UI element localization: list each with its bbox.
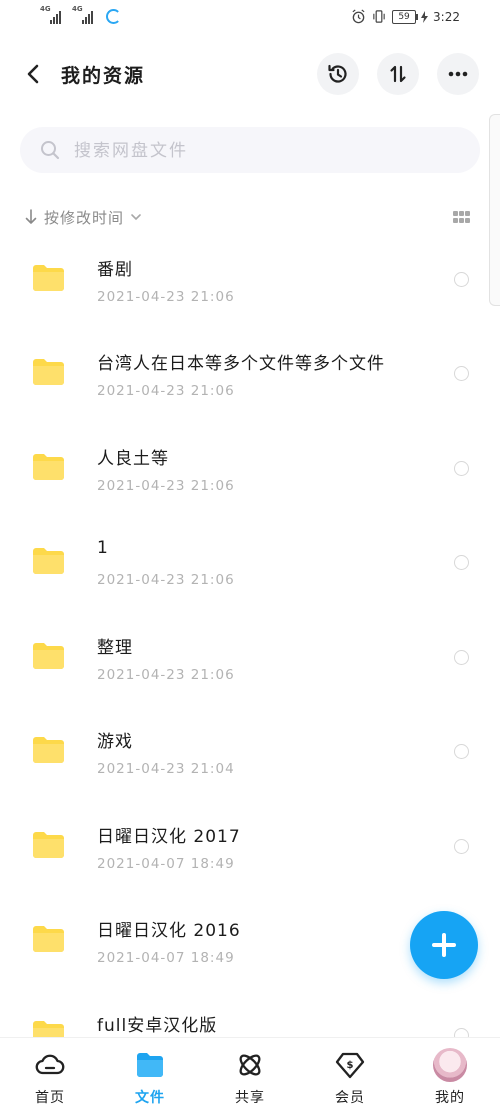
select-radio[interactable] — [454, 744, 469, 759]
chevron-down-icon — [131, 214, 141, 221]
charging-icon — [421, 10, 429, 23]
file-name: 1 — [97, 538, 109, 558]
folder-icon — [33, 454, 64, 480]
status-right: 59 3:22 — [351, 9, 460, 24]
file-date: 2021-04-07 18:49 — [97, 856, 235, 872]
search-input[interactable] — [72, 136, 456, 166]
search-icon — [41, 141, 60, 160]
sort-arrows-icon — [390, 65, 406, 83]
file-date: 2021-04-23 21:06 — [97, 667, 235, 683]
tab-home[interactable]: 首页 — [0, 1038, 100, 1112]
status-bar: 4G 4G 59 3:22 — [0, 0, 500, 36]
title-bar: 我的资源 — [0, 52, 500, 96]
folder-icon — [33, 265, 64, 291]
sort-by-button[interactable]: 按修改时间 — [24, 205, 142, 229]
alarm-icon — [352, 9, 365, 24]
file-name: 人良土等 — [97, 449, 169, 469]
tab-home-label: 首页 — [35, 1090, 65, 1106]
tab-me-label: 我的 — [435, 1090, 465, 1106]
search-bar[interactable] — [20, 127, 480, 173]
list-item[interactable]: 整理 2021-04-23 21:06 — [0, 616, 500, 710]
vip-diamond-icon: $ — [335, 1052, 365, 1079]
sort-by-label: 按修改时间 — [44, 208, 125, 227]
file-date: 2021-04-23 21:06 — [97, 383, 235, 399]
svg-text:$: $ — [347, 1060, 354, 1071]
select-radio[interactable] — [454, 272, 469, 287]
folder-icon — [137, 1053, 163, 1077]
chevron-left-icon — [27, 64, 39, 84]
share-atom-icon — [239, 1054, 261, 1076]
page-title: 我的资源 — [61, 65, 146, 87]
add-button[interactable] — [410, 911, 478, 979]
tab-share[interactable]: 共享 — [200, 1038, 300, 1112]
file-name: 番剧 — [97, 260, 133, 280]
tab-share-label: 共享 — [235, 1090, 265, 1106]
file-name: 游戏 — [97, 732, 133, 752]
list-item[interactable]: 番剧 2021-04-23 21:06 — [0, 238, 500, 332]
signal-sim1-icon: 4G — [40, 5, 66, 24]
file-date: 2021-04-23 21:06 — [97, 478, 235, 494]
cloud-icon — [35, 1054, 65, 1075]
file-date: 2021-04-23 21:06 — [97, 289, 235, 305]
folder-icon — [33, 548, 64, 574]
folder-icon — [33, 926, 64, 952]
grid-view-button[interactable] — [453, 211, 470, 224]
list-item[interactable]: 1 2021-04-23 21:06 — [0, 521, 500, 615]
tab-me[interactable]: 我的 — [400, 1038, 500, 1112]
file-date: 2021-04-07 18:49 — [97, 950, 235, 966]
back-button[interactable] — [20, 60, 48, 88]
folder-icon — [33, 643, 64, 669]
avatar — [433, 1048, 467, 1082]
sort-bar: 按修改时间 — [24, 205, 476, 229]
status-left: 4G 4G — [40, 5, 121, 24]
select-radio[interactable] — [454, 366, 469, 381]
file-name: full安卓汉化版 — [97, 1016, 218, 1036]
signal-sim2-icon: 4G — [72, 5, 98, 24]
bottom-nav: 首页 文件 共享 $ 会员 我的 — [0, 1037, 500, 1112]
battery-level: 59 — [398, 11, 410, 22]
folder-icon — [33, 832, 64, 858]
tab-files-label: 文件 — [135, 1090, 165, 1106]
list-item[interactable]: 日曜日汉化 2017 2021-04-07 18:49 — [0, 805, 500, 899]
history-button[interactable] — [317, 53, 359, 95]
file-name: 日曜日汉化 2017 — [97, 827, 241, 847]
history-icon — [328, 64, 347, 83]
vibrate-icon — [373, 10, 385, 23]
select-radio[interactable] — [454, 650, 469, 665]
select-radio[interactable] — [454, 461, 469, 476]
arrow-down-icon — [25, 209, 37, 224]
list-item[interactable]: 游戏 2021-04-23 21:04 — [0, 710, 500, 804]
tab-files[interactable]: 文件 — [100, 1038, 200, 1112]
file-date: 2021-04-23 21:06 — [97, 572, 235, 588]
select-radio[interactable] — [454, 839, 469, 854]
list-item[interactable]: 人良土等 2021-04-23 21:06 — [0, 427, 500, 521]
file-name: 台湾人在日本等多个文件等多个文件 — [97, 354, 385, 374]
sync-icon — [106, 8, 121, 24]
status-time: 3:22 — [433, 9, 460, 24]
file-name: 日曜日汉化 2016 — [97, 921, 241, 941]
folder-icon — [33, 359, 64, 385]
more-dots-icon — [448, 71, 468, 77]
file-name: 整理 — [97, 638, 133, 658]
battery-icon: 59 — [392, 9, 419, 24]
list-item[interactable]: 台湾人在日本等多个文件等多个文件 2021-04-23 21:06 — [0, 332, 500, 426]
sort-order-button[interactable] — [377, 53, 419, 95]
scroll-edge-handle[interactable] — [489, 114, 500, 306]
tab-vip[interactable]: $ 会员 — [300, 1038, 400, 1112]
folder-icon — [33, 737, 64, 763]
file-date: 2021-04-23 21:04 — [97, 761, 235, 777]
select-radio[interactable] — [454, 555, 469, 570]
more-button[interactable] — [437, 53, 479, 95]
tab-vip-label: 会员 — [335, 1090, 365, 1106]
